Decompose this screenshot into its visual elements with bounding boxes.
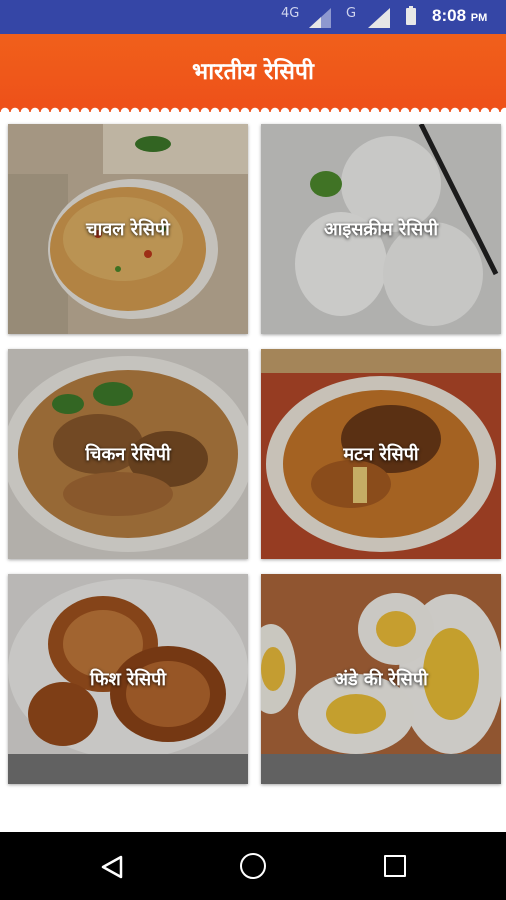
- clock: 8:08 PM: [432, 6, 488, 25]
- signal-strength-icon-2: [368, 8, 390, 28]
- category-card-mutton[interactable]: मटन रेसिपी: [261, 349, 501, 559]
- category-label: आइसक्रीम रेसिपी: [324, 219, 438, 240]
- category-card-icecream[interactable]: आइसक्रीम रेसिपी: [261, 124, 501, 334]
- signal-strength-icon: [309, 8, 331, 28]
- category-label: फिश रेसिपी: [89, 669, 167, 690]
- category-label: अंडे की रेसिपी: [334, 669, 428, 690]
- recents-icon[interactable]: [384, 855, 406, 877]
- category-card-chicken[interactable]: चिकन रेसिपी: [8, 349, 248, 559]
- battery-icon: [406, 6, 416, 25]
- category-label: चावल रेसिपी: [86, 219, 170, 240]
- network-type-g: G: [346, 6, 357, 21]
- system-navigation-bar: [0, 832, 506, 900]
- category-label: चिकन रेसिपी: [85, 444, 171, 465]
- home-icon[interactable]: [240, 853, 266, 879]
- category-card-rice[interactable]: चावल रेसिपी: [8, 124, 248, 334]
- app-bar-scalloped-edge: [0, 104, 506, 112]
- back-icon[interactable]: [99, 854, 125, 880]
- status-bar: 4G G 8:08 PM: [0, 0, 506, 34]
- category-label: मटन रेसिपी: [343, 444, 419, 465]
- category-card-fish[interactable]: फिश रेसिपी: [8, 574, 248, 784]
- network-type-4g: 4G: [281, 6, 300, 21]
- app-bar: भारतीय रेसिपी: [0, 34, 506, 112]
- page-title: भारतीय रेसिपी: [192, 59, 314, 85]
- category-card-egg[interactable]: अंडे की रेसिपी: [261, 574, 501, 784]
